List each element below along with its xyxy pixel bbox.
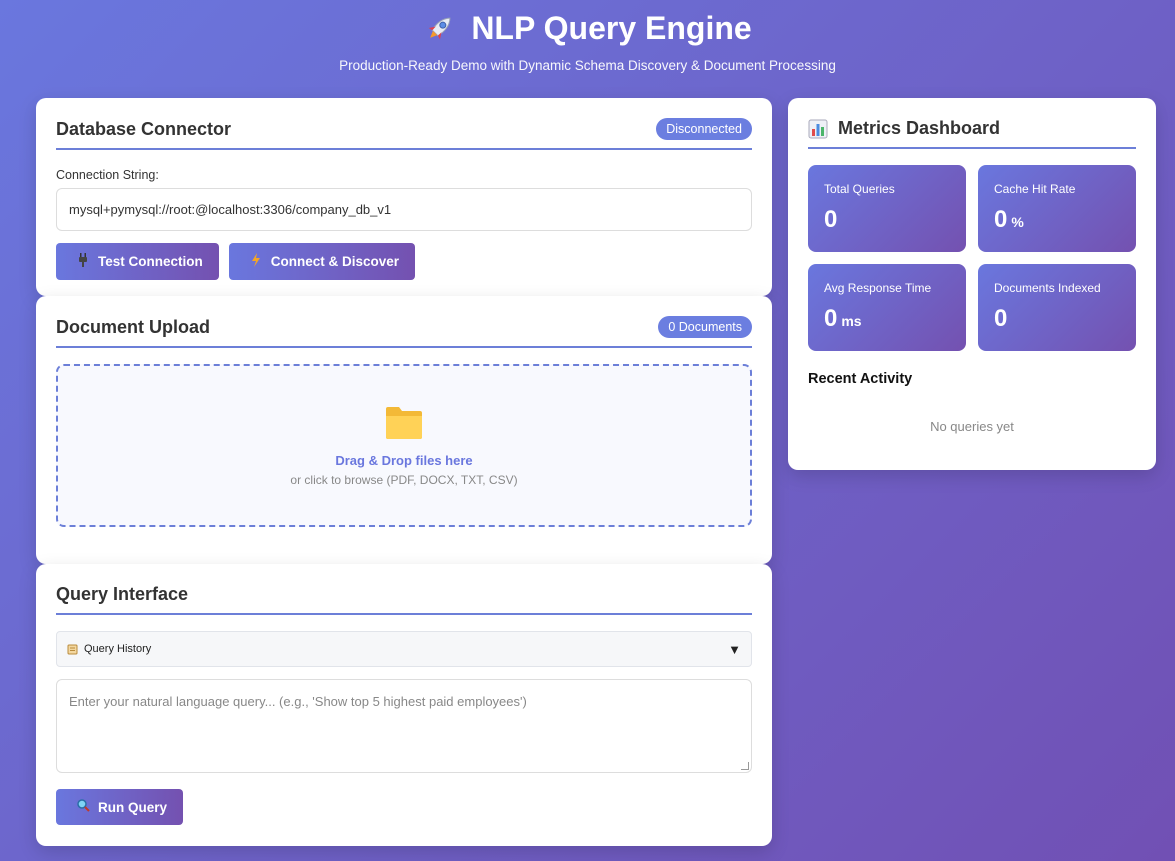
metric-label: Total Queries [824, 182, 895, 196]
page-subtitle: Production-Ready Demo with Dynamic Schem… [339, 58, 836, 73]
title-text: NLP Query Engine [471, 10, 752, 46]
query-textarea[interactable]: Enter your natural language query... (e.… [56, 679, 752, 773]
metric-value: 0 [994, 305, 1008, 332]
dropzone-subtitle: or click to browse (PDF, DOCX, TXT, CSV) [290, 472, 518, 487]
query-interface-card: Query Interface Query History ▼ Enter yo… [36, 564, 772, 846]
document-upload-card: Document Upload 0 Documents Drag & Drop … [36, 296, 772, 564]
connection-string-label: Connection String: [56, 168, 159, 182]
metric-unit: % [1011, 214, 1024, 230]
dropzone-title: Drag & Drop files here [335, 452, 473, 468]
metric-total-queries: Total Queries 0 [808, 165, 966, 252]
page-header: NLP Query Engine Production-Ready Demo w… [0, 8, 1175, 73]
chevron-down-icon: ▼ [728, 641, 741, 657]
metric-label: Avg Response Time [824, 281, 932, 295]
connection-string-value: mysql+pymysql://root:@localhost:3306/com… [69, 202, 392, 217]
rocket-icon [428, 17, 451, 40]
connect-discover-button[interactable]: Connect & Discover [228, 243, 416, 280]
metric-cache-hit-rate: Cache Hit Rate 0% [978, 165, 1136, 252]
metric-value: 0 [994, 206, 1008, 233]
connection-string-input[interactable]: mysql+pymysql://root:@localhost:3306/com… [56, 188, 752, 231]
lightning-icon [249, 253, 263, 270]
metric-grid: Total Queries 0 Cache Hit Rate 0% Avg Re… [808, 165, 1136, 351]
metric-avg-response-time: Avg Response Time 0 ms [808, 264, 966, 351]
magnifier-icon [76, 799, 90, 815]
file-dropzone[interactable]: Drag & Drop files here or click to brows… [56, 364, 752, 527]
upload-card-header: Document Upload 0 Documents [56, 316, 752, 348]
document-count-badge: 0 Documents [658, 316, 752, 338]
metrics-card-title: Metrics Dashboard [838, 118, 1001, 138]
page-title: NLP Query Engine [0, 8, 1175, 48]
metric-unit: ms [841, 313, 862, 329]
query-history-label: Query History [84, 643, 152, 655]
run-query-label: Run Query [98, 799, 168, 815]
plug-icon [76, 253, 90, 270]
metric-value: 0 [824, 305, 838, 332]
scroll-icon [67, 644, 78, 654]
query-card-header: Query Interface [56, 584, 752, 615]
query-card-title: Query Interface [56, 584, 189, 604]
recent-activity-empty: No queries yet [930, 419, 1014, 434]
metric-value: 0 [824, 206, 838, 233]
metric-label: Documents Indexed [994, 281, 1101, 295]
folder-icon [386, 406, 422, 439]
test-connection-button[interactable]: Test Connection [56, 243, 219, 280]
db-card-header: Database Connector Disconnected [56, 118, 752, 150]
query-history-dropdown[interactable]: Query History ▼ [56, 631, 752, 667]
metrics-card-header: Metrics Dashboard [808, 118, 1136, 149]
connection-status-badge: Disconnected [656, 118, 752, 140]
test-connection-label: Test Connection [98, 254, 203, 269]
upload-card-title: Document Upload [56, 316, 211, 337]
recent-activity-title: Recent Activity [808, 371, 913, 387]
db-card-title: Database Connector [56, 118, 232, 139]
run-query-button[interactable]: Run Query [56, 789, 184, 825]
resize-handle-icon[interactable] [741, 762, 749, 770]
bar-chart-icon [808, 119, 828, 138]
metrics-dashboard-card: Metrics Dashboard Total Queries 0 Cache … [788, 98, 1156, 470]
metric-documents-indexed: Documents Indexed 0 [978, 264, 1136, 351]
metric-label: Cache Hit Rate [994, 182, 1076, 196]
database-connector-card: Database Connector Disconnected Connecti… [36, 98, 772, 296]
connect-discover-label: Connect & Discover [270, 254, 400, 269]
query-placeholder: Enter your natural language query... (e.… [69, 694, 527, 709]
